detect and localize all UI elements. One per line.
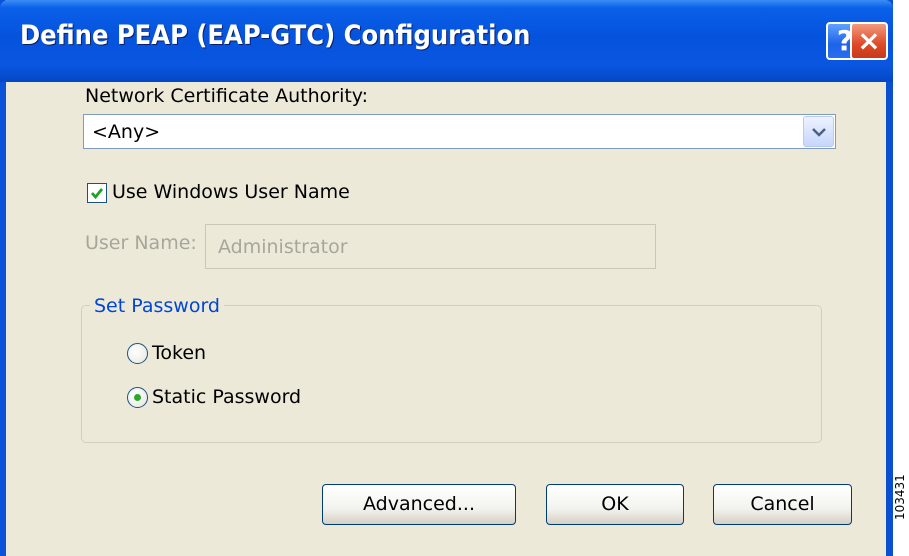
use-windows-user-label[interactable]: Use Windows User Name — [112, 181, 350, 203]
chevron-down-icon — [812, 128, 826, 137]
set-password-group-label: Set Password — [90, 295, 224, 317]
static-password-radio-label[interactable]: Static Password — [152, 386, 301, 408]
figure-code-label: 103431 — [893, 474, 907, 520]
username-label: User Name: — [85, 232, 197, 254]
cancel-button[interactable]: Cancel — [713, 484, 852, 525]
close-button[interactable]: × — [850, 22, 888, 60]
token-radio[interactable] — [127, 343, 148, 364]
token-radio-label[interactable]: Token — [152, 342, 206, 364]
checkmark-icon — [90, 188, 104, 200]
window-title: Define PEAP (EAP-GTC) Configuration — [20, 20, 531, 51]
certificate-authority-value: <Any> — [92, 121, 161, 143]
close-icon: × — [857, 24, 881, 57]
dialog-window: Define PEAP (EAP-GTC) Configuration ? × — [0, 0, 893, 556]
advanced-button[interactable]: Advanced... — [322, 484, 516, 525]
certificate-authority-dropdown[interactable]: <Any> — [83, 114, 836, 149]
static-password-radio[interactable] — [127, 387, 148, 408]
username-value: Administrator — [218, 236, 348, 258]
certificate-authority-label: Network Certificate Authority: — [85, 85, 369, 107]
dropdown-arrow-button[interactable] — [803, 116, 834, 147]
title-bar[interactable]: Define PEAP (EAP-GTC) Configuration ? × — [0, 0, 893, 82]
set-password-group — [81, 305, 822, 443]
username-field: Administrator — [205, 224, 656, 269]
use-windows-user-checkbox[interactable] — [87, 183, 107, 203]
ok-button[interactable]: OK — [546, 484, 684, 525]
radio-selected-dot — [134, 394, 141, 401]
